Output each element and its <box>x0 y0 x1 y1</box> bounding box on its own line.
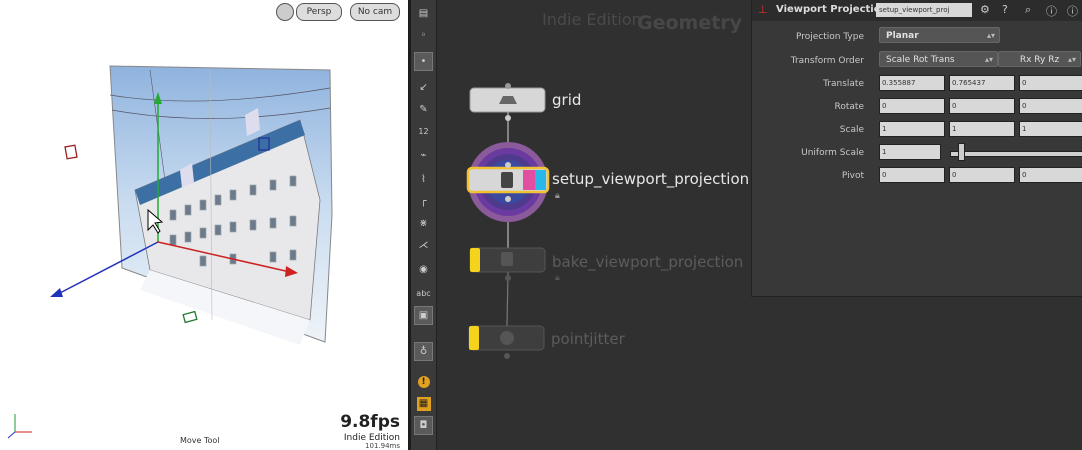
uniform-scale-slider-handle[interactable] <box>958 143 965 161</box>
number-tool-button[interactable]: 12 <box>414 122 433 141</box>
uniform-scale-field[interactable]: 1 <box>879 144 941 160</box>
edit-tool-button[interactable]: ⌇ <box>414 170 433 189</box>
circle-icon: ◉ <box>419 264 428 275</box>
translate-x-field[interactable]: 0.355887 <box>879 75 945 91</box>
rotate-x-field[interactable]: 0 <box>879 98 945 114</box>
text-icon: abc <box>416 289 431 298</box>
snap-tool-button[interactable]: ⋇ <box>414 214 433 233</box>
brush-icon: ✎ <box>419 104 428 115</box>
node-label-setup[interactable]: setup_viewport_projection <box>552 170 749 188</box>
frame-time-readout: 101.94ms <box>365 442 400 450</box>
node-bake-viewport-projection[interactable] <box>469 247 546 281</box>
number-icon: 12 <box>418 127 429 136</box>
parameter-panel: ⊥ Viewport Projection setup_viewport_pro… <box>751 0 1082 297</box>
chevron-updown-icon: ▴▾ <box>984 55 993 64</box>
translate-z-field[interactable]: 0 <box>1019 75 1082 91</box>
projection-plane <box>109 65 333 345</box>
scale-z-field[interactable]: 1 <box>1019 121 1082 137</box>
param-label-transform-order: Transform Order <box>790 56 864 66</box>
split-icon: ⋌ <box>418 240 429 251</box>
param-label-projection-type: Projection Type <box>795 32 864 42</box>
text-tool-button[interactable]: abc <box>414 284 433 303</box>
lock-icon: 🔒︎ <box>555 273 560 283</box>
snap-icon: ⋇ <box>419 218 428 229</box>
grid-button[interactable]: ▦ <box>414 394 433 413</box>
uniform-scale-slider[interactable] <box>950 151 1082 157</box>
param-label-rotate: Rotate <box>834 102 864 112</box>
paint-tool-button[interactable]: ⌁ <box>414 146 433 165</box>
display-icon: ◘ <box>419 420 428 431</box>
edit-icon: ⌇ <box>421 174 426 185</box>
scene-viewport[interactable]: Persp No cam Move Tool 9.8fps Indie Edit… <box>0 0 408 450</box>
paint-icon: ⌁ <box>420 150 427 161</box>
grid-icon: ▦ <box>416 396 431 411</box>
node-label-pointjitter[interactable]: pointjitter <box>551 330 625 348</box>
pivot-x-field[interactable]: 0 <box>879 167 945 183</box>
corner-tool-button[interactable]: ┌ <box>414 192 433 211</box>
gear-icon[interactable]: ⚙ <box>980 3 990 16</box>
node-label-bake[interactable]: bake_viewport_projection <box>552 253 743 271</box>
lock-icon: 🔒︎ <box>555 191 560 201</box>
help-icon[interactable]: ⓘ <box>1046 3 1057 19</box>
node-grid[interactable] <box>469 83 546 121</box>
info-icon[interactable]: ⓘ <box>1067 3 1078 19</box>
lightbulb-icon: ♁ <box>419 346 428 357</box>
split-tool-button[interactable]: ⋌ <box>414 236 433 255</box>
rotate-y-field[interactable]: 0 <box>949 98 1015 114</box>
chevron-updown-icon: ▴▾ <box>1067 55 1076 64</box>
axis-gizmo-icon <box>7 414 32 439</box>
translate-y-field[interactable]: 0.765437 <box>949 75 1015 91</box>
collapse-icon[interactable]: ▤ <box>414 4 433 23</box>
select-icon: • <box>420 56 427 67</box>
arrow-icon: ↙ <box>419 82 428 93</box>
scale-y-field[interactable]: 1 <box>949 121 1015 137</box>
parameter-header: ⊥ Viewport Projection setup_viewport_pro… <box>752 0 1082 21</box>
circle-tool-button[interactable]: ◉ <box>414 260 433 279</box>
scale-x-field[interactable]: 1 <box>879 121 945 137</box>
select-tool-button[interactable]: • <box>414 52 433 71</box>
pin-icon[interactable]: ◦ <box>414 26 433 45</box>
arrow-tool-button[interactable]: ↙ <box>414 78 433 97</box>
image-icon: ▣ <box>418 310 429 321</box>
viewport-toolbar: ▤ ◦ • ↙ ✎ 12 ⌁ ⌇ ┌ ⋇ ⋌ ◉ abc ▣ ♁ ! ▦ ◘ <box>411 0 437 450</box>
fps-readout: 9.8fps <box>340 412 400 432</box>
param-label-pivot: Pivot <box>841 171 864 181</box>
transform-order-menu[interactable]: Scale Rot Trans ▴▾ <box>879 51 998 67</box>
node-setup-viewport-projection[interactable] <box>466 142 550 222</box>
node-name-field[interactable]: setup_viewport_proj <box>876 3 972 17</box>
node-pointjitter[interactable] <box>468 325 545 359</box>
help-pin-icon[interactable]: ? <box>1002 3 1008 16</box>
param-label-translate: Translate <box>823 79 864 89</box>
node-type-icon: ⊥ <box>758 3 768 16</box>
rotate-z-field[interactable]: 0 <box>1019 98 1082 114</box>
pivot-z-field[interactable]: 0 <box>1019 167 1082 183</box>
node-label-grid[interactable]: grid <box>552 91 581 109</box>
viewport-scene <box>7 65 333 439</box>
pivot-y-field[interactable]: 0 <box>949 167 1015 183</box>
warning-icon: ! <box>417 375 430 388</box>
node-type-title: Viewport Projection <box>776 4 888 15</box>
search-icon[interactable]: ⌕ <box>1025 3 1031 17</box>
param-label-uniform-scale: Uniform Scale <box>801 148 864 158</box>
param-label-scale: Scale <box>839 125 864 135</box>
chevron-updown-icon: ▴▾ <box>986 31 995 40</box>
rotate-order-menu[interactable]: Rx Ry Rz ▴▾ <box>998 51 1081 67</box>
warning-button[interactable]: ! <box>414 372 433 391</box>
current-tool-label: Move Tool <box>180 436 220 445</box>
projection-type-menu[interactable]: Planar ▴▾ <box>879 27 1000 43</box>
corner-icon: ┌ <box>420 196 427 207</box>
brush-tool-button[interactable]: ✎ <box>414 100 433 119</box>
lightbulb-tool-button[interactable]: ♁ <box>414 342 433 361</box>
image-tool-button[interactable]: ▣ <box>414 306 433 325</box>
display-button[interactable]: ◘ <box>414 416 433 435</box>
